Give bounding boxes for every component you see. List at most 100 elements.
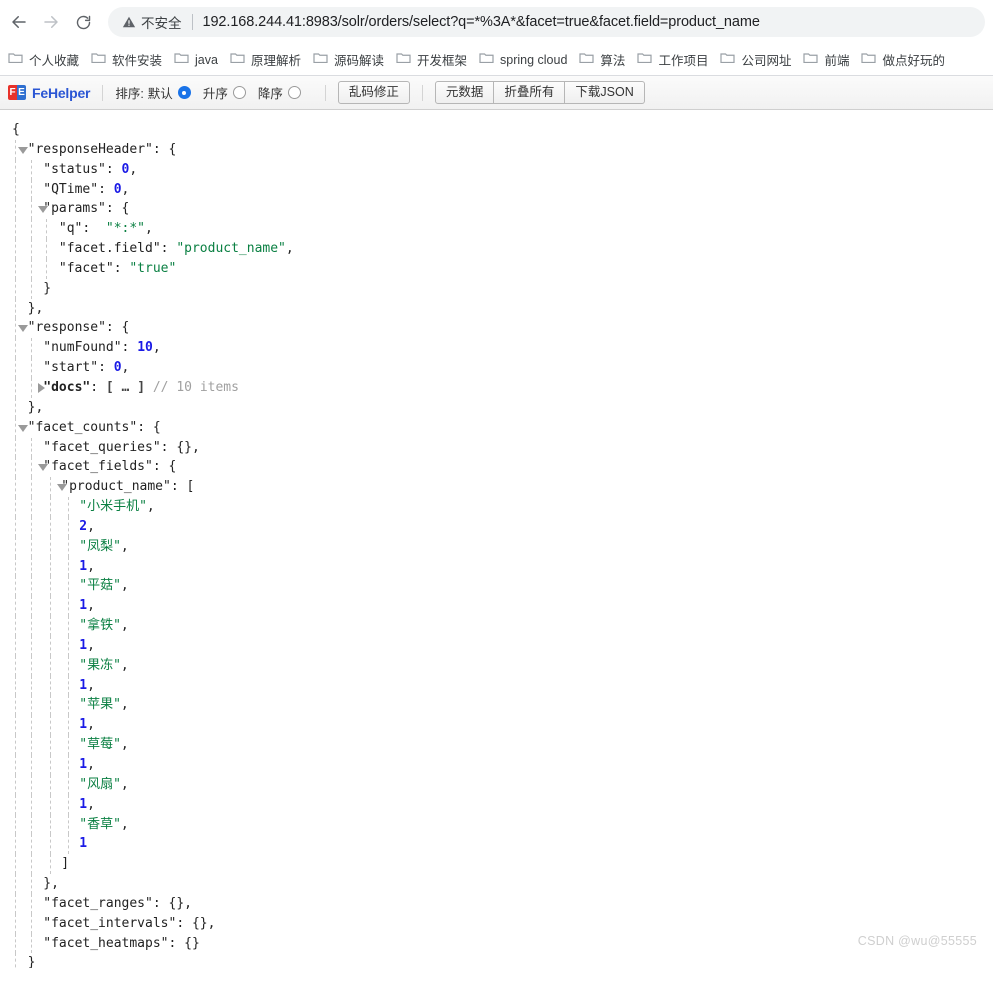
- bookmark-label: java: [195, 52, 218, 67]
- folder-icon: [91, 51, 106, 69]
- bookmark-label: 算法: [600, 54, 626, 68]
- fehelper-brand-label: FeHelper: [32, 84, 91, 101]
- forward-arrow-icon[interactable]: [36, 7, 66, 37]
- collapse-triangle-icon[interactable]: [18, 146, 28, 154]
- bookmark-item[interactable]: 原理解析: [224, 47, 307, 72]
- fehelper-logo-e: E: [17, 85, 26, 100]
- json-line: },: [6, 397, 993, 418]
- bookmark-item[interactable]: 算法: [573, 47, 631, 72]
- toolbar-divider-3: [421, 84, 423, 101]
- bookmark-item[interactable]: java: [168, 48, 224, 72]
- toolbar-button[interactable]: 折叠所有: [494, 81, 566, 104]
- json-line: 1,: [6, 715, 993, 736]
- json-line: 1,: [6, 596, 993, 617]
- json-line: "小米手机",: [6, 497, 993, 517]
- sort-radio-option[interactable]: 升序: [203, 83, 246, 102]
- toolbar-button[interactable]: 下载JSON: [565, 81, 645, 104]
- json-line: "status": 0,: [6, 159, 993, 180]
- fehelper-logo-icon: FE: [8, 85, 26, 100]
- sort-radio-dot[interactable]: [287, 86, 301, 99]
- omnibox-divider: [191, 14, 193, 30]
- json-line: "numFound": 10,: [6, 338, 993, 359]
- bookmark-label: 个人收藏: [29, 54, 80, 68]
- toolbar-divider: [102, 84, 104, 101]
- json-line: "facet_intervals": {},: [6, 913, 993, 934]
- sort-radio-dot[interactable]: [232, 86, 246, 99]
- bookmark-item[interactable]: 工作项目: [631, 47, 714, 72]
- bookmark-label: 前端: [824, 54, 850, 68]
- json-line: "product_name": [: [6, 477, 993, 498]
- fehelper-logo-f: F: [8, 85, 17, 100]
- navigation-bar: 不安全 192.168.244.41:8983/solr/orders/sele…: [0, 0, 993, 44]
- sort-radio-dot[interactable]: [177, 86, 191, 99]
- json-lines: {"responseHeader": {"status": 0, "QTime":…: [6, 120, 993, 968]
- folder-icon: [720, 51, 736, 69]
- sort-radio-label: 降序: [257, 87, 283, 101]
- bookmark-item[interactable]: 公司网址: [714, 47, 797, 72]
- address-bar[interactable]: 不安全 192.168.244.41:8983/solr/orders/sele…: [108, 7, 985, 37]
- json-line: "docs": [ … ] // 10 items: [6, 377, 993, 398]
- bookmarks-bar: 个人收藏 软件安装 java 原理解析 源码解读 开发框架 spring cloud 算法 工作…: [0, 44, 993, 76]
- expand-triangle-icon[interactable]: [38, 382, 46, 393]
- bookmark-item[interactable]: 软件安装: [85, 47, 168, 72]
- json-line: "平菇",: [6, 576, 993, 597]
- sort-radio-label: 默认: [147, 87, 173, 101]
- json-line: "草莓",: [6, 735, 993, 755]
- sort-radio-label: 升序: [202, 87, 228, 101]
- json-line: 2,: [6, 516, 993, 537]
- bookmark-label: 源码解读: [333, 54, 384, 68]
- bookmark-label: 工作项目: [658, 54, 709, 68]
- json-line: "凤梨",: [6, 536, 993, 557]
- collapse-triangle-icon[interactable]: [57, 484, 68, 492]
- sort-label: 排序:: [115, 87, 144, 101]
- fix-encoding-button[interactable]: 乱码修正: [337, 81, 410, 104]
- back-arrow-icon[interactable]: [4, 7, 34, 37]
- collapse-triangle-icon[interactable]: [37, 206, 48, 214]
- collapse-triangle-icon[interactable]: [18, 325, 28, 333]
- json-line: "responseHeader": {: [6, 139, 993, 160]
- toolbar-button[interactable]: 元数据: [434, 81, 495, 104]
- toolbar-button-group: 元数据 折叠所有 下载JSON: [434, 81, 645, 104]
- bookmark-item[interactable]: 个人收藏: [2, 47, 85, 72]
- watermark: CSDN @wu@55555: [857, 934, 977, 949]
- warning-triangle-icon: [122, 16, 136, 28]
- json-line: "start": 0,: [6, 358, 993, 378]
- json-line: ]: [6, 854, 993, 875]
- bookmark-label: 开发框架: [417, 54, 468, 68]
- bookmark-label: 软件安装: [112, 54, 163, 68]
- bookmark-label: 公司网址: [741, 54, 792, 68]
- bookmark-item[interactable]: 做点好玩的: [855, 47, 951, 72]
- bookmark-item[interactable]: 源码解读: [307, 47, 390, 72]
- json-line: "q": "*:*",: [6, 219, 993, 240]
- folder-icon: [8, 51, 23, 69]
- json-line: 1,: [6, 635, 993, 656]
- bookmark-item[interactable]: spring cloud: [473, 48, 573, 72]
- json-line: "苹果",: [6, 695, 993, 716]
- toolbar-divider-2: [324, 84, 326, 101]
- fehelper-logo[interactable]: FE FeHelper: [8, 84, 91, 101]
- json-line: "facet_queries": {},: [6, 437, 993, 458]
- collapse-triangle-icon[interactable]: [37, 464, 48, 472]
- sort-radio-option[interactable]: 默认: [148, 83, 191, 102]
- bookmark-item[interactable]: 前端: [797, 47, 855, 72]
- bookmark-label: 做点好玩的: [882, 54, 945, 68]
- folder-icon: [174, 51, 189, 69]
- url-text: 192.168.244.41:8983/solr/orders/select?q…: [202, 14, 760, 30]
- folder-icon: [396, 51, 411, 69]
- sort-radio-option[interactable]: 降序: [258, 83, 301, 102]
- reload-icon[interactable]: [68, 7, 98, 37]
- browser-chrome: 不安全 192.168.244.41:8983/solr/orders/sele…: [0, 0, 993, 110]
- bookmark-item[interactable]: 开发框架: [390, 47, 473, 72]
- json-line: }: [6, 953, 993, 968]
- json-line: "facet_ranges": {},: [6, 893, 993, 914]
- json-viewer[interactable]: {"responseHeader": {"status": 0, "QTime":…: [0, 110, 993, 968]
- folder-icon: [637, 51, 653, 69]
- collapse-triangle-icon[interactable]: [18, 424, 28, 432]
- json-line: "response": {: [6, 318, 993, 339]
- json-line: "果冻",: [6, 655, 993, 676]
- json-line: 1,: [6, 556, 993, 577]
- folder-icon: [479, 51, 494, 69]
- json-line: "拿铁",: [6, 616, 993, 636]
- security-chip[interactable]: 不安全: [122, 12, 182, 32]
- json-line: },: [6, 298, 993, 319]
